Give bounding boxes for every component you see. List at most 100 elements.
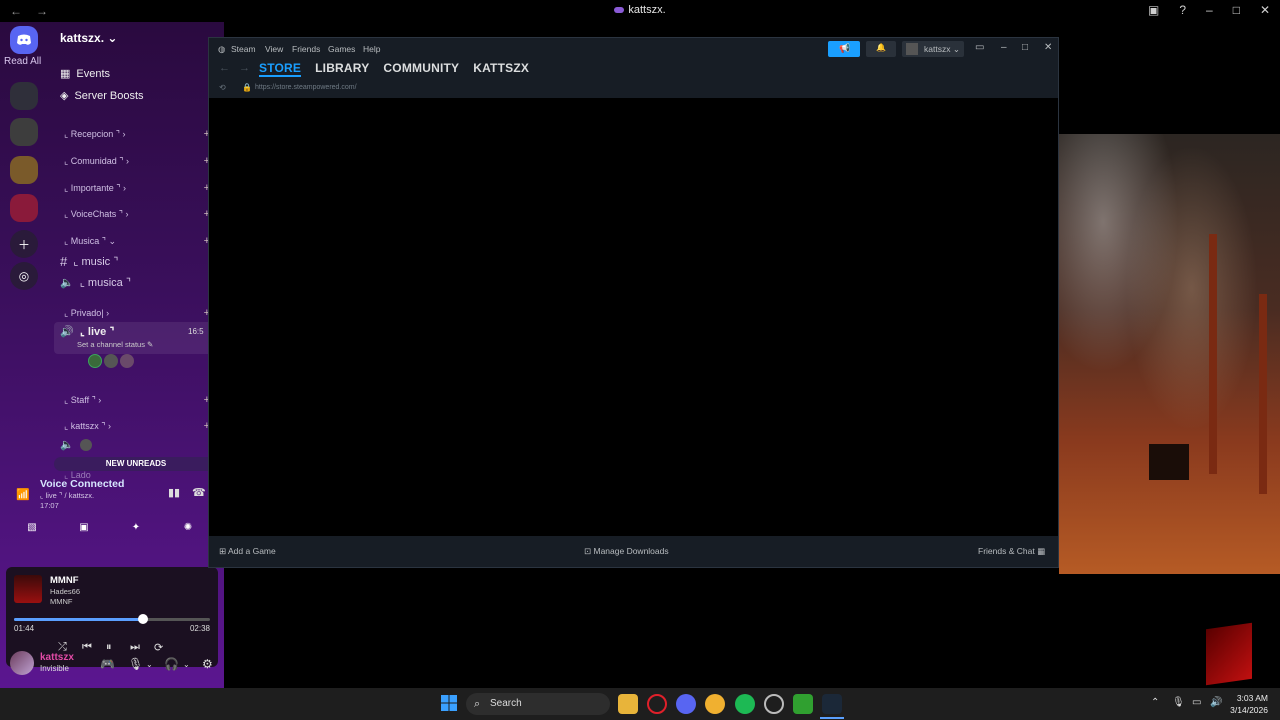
server-folder-icon[interactable] (10, 118, 38, 146)
tab-profile[interactable]: KATTSZX (473, 61, 529, 77)
app-icon[interactable] (764, 694, 784, 714)
menu-friends[interactable]: Friends (292, 44, 320, 54)
avatar[interactable] (88, 354, 102, 368)
channel-status-prompt[interactable]: Set a channel status ✎ (77, 340, 153, 349)
discord-home-icon[interactable] (10, 26, 38, 54)
microphone-icon[interactable]: 🎙 (128, 657, 143, 671)
volume-icon[interactable]: 🔊 (1210, 697, 1222, 708)
gear-icon[interactable]: ⚙ (202, 657, 213, 671)
new-unreads-pill[interactable]: NEW UNREADS (54, 457, 218, 471)
avatar[interactable] (120, 354, 134, 368)
maximize-button[interactable]: □ (1233, 3, 1240, 17)
category-comunidad[interactable]: ⌞ Comunidad ⌝ › (64, 156, 129, 167)
windows-start-icon[interactable] (440, 694, 460, 714)
voice-members (88, 354, 134, 368)
category-kattszx[interactable]: ⌞ kattszx ⌝ › (64, 421, 111, 432)
soundboard-button[interactable]: ✺ (166, 518, 210, 536)
noise-suppression-icon[interactable]: ▮▮ (168, 486, 180, 499)
voice-channel-collapsed[interactable]: 🔈 (60, 438, 92, 451)
category-staff[interactable]: ⌞ Staff ⌝ › (64, 395, 101, 406)
discord-icon[interactable] (676, 694, 696, 714)
minimize-button[interactable]: – (1001, 42, 1007, 53)
manage-downloads-button[interactable]: ⊡ Manage Downloads (584, 546, 669, 557)
track-artist[interactable]: Hades66 (50, 587, 80, 596)
discover-icon[interactable]: ◎ (10, 262, 38, 290)
tab-library[interactable]: LIBRARY (315, 61, 369, 77)
account-menu[interactable]: kattszx ⌄ (902, 41, 964, 57)
minimize-button[interactable]: – (1206, 3, 1213, 17)
server-folder-icon[interactable] (10, 82, 38, 110)
category-privado[interactable]: ⌞ Privado| › (64, 308, 109, 319)
album-cover[interactable] (14, 575, 42, 603)
progress-fill (14, 618, 144, 621)
menu-games[interactable]: Games (328, 44, 355, 54)
voice-channel-path[interactable]: ⌞ live ⌝ / kattszx. (40, 491, 94, 500)
back-arrow-icon[interactable]: ← (219, 62, 230, 74)
notifications-button[interactable]: 🔔 (866, 41, 896, 57)
big-picture-icon[interactable]: ▭ (975, 42, 984, 53)
menu-steam[interactable]: Steam (231, 44, 256, 54)
steam-icon[interactable] (822, 694, 842, 714)
category-importante[interactable]: ⌞ Importante ⌝ › (64, 183, 126, 194)
events-item[interactable]: ▦ Events (60, 67, 110, 81)
close-button[interactable]: ✕ (1044, 42, 1052, 53)
avatar[interactable] (104, 354, 118, 368)
category-recepcion[interactable]: ⌞ Recepcion ⌝ › (64, 129, 125, 140)
taskbar-search[interactable]: ⌕ Search (466, 693, 610, 715)
server-name[interactable]: kattszx. ⌄ (60, 31, 117, 45)
window-title-bar: ← → kattszx. ▣ ? – □ ✕ (0, 0, 1280, 22)
chevron-up-icon[interactable]: ⌃ (1151, 697, 1159, 708)
app-icon[interactable] (793, 694, 813, 714)
reload-icon[interactable]: ⟲ (219, 83, 226, 92)
progress-bar[interactable] (14, 614, 210, 624)
menu-help[interactable]: Help (363, 44, 380, 54)
help-icon[interactable]: ? (1179, 3, 1186, 17)
game-preview (1059, 134, 1280, 574)
menu-view[interactable]: View (265, 44, 283, 54)
avatar[interactable] (10, 651, 34, 675)
disconnect-icon[interactable]: ☎ (192, 486, 206, 499)
voice-status[interactable]: Voice Connected (40, 478, 124, 490)
close-button[interactable]: ✕ (1260, 3, 1270, 17)
lamp-post (1259, 294, 1267, 494)
url-bar[interactable]: https://store.steampowered.com/ (255, 84, 357, 91)
channel-live[interactable]: 🔊 ⌞ live ⌝ (60, 325, 114, 338)
signal-icon[interactable]: 📶 (16, 488, 30, 501)
read-all-label[interactable]: Read All (4, 56, 41, 67)
broadcast-button[interactable]: 📢 (828, 41, 860, 57)
chevron-down-icon[interactable]: ⌄ (146, 660, 153, 669)
username[interactable]: kattszx (40, 652, 74, 663)
server-boosts-item[interactable]: ◈ Server Boosts (60, 89, 144, 103)
chevron-down-icon[interactable]: ⌄ (183, 660, 190, 669)
add-game-button[interactable]: ⊞ Add a Game (219, 546, 276, 557)
server-folder-icon[interactable] (10, 194, 38, 222)
channel-musica[interactable]: 🔈 ⌞ musica ⌝ (60, 276, 131, 289)
file-explorer-icon[interactable] (618, 694, 638, 714)
friends-chat-button[interactable]: Friends & Chat ▦ (978, 546, 1045, 557)
spotify-icon[interactable] (735, 694, 755, 714)
headphones-icon[interactable]: 🎧 (164, 657, 179, 671)
maximize-button[interactable]: □ (1022, 42, 1028, 53)
taskbar-clock[interactable]: 3:03 AM 3/14/2026 (1230, 692, 1268, 716)
tab-store[interactable]: STORE (259, 61, 302, 77)
progress-knob[interactable] (138, 614, 149, 624)
game-activity-icon[interactable]: 🎮 (100, 657, 115, 671)
steam-logo-icon[interactable]: ◍ (218, 44, 225, 55)
tab-community[interactable]: COMMUNITY (383, 61, 459, 77)
microphone-icon[interactable]: 🎙 (1172, 697, 1185, 708)
category-musica[interactable]: ⌞ Musica ⌝ ⌄ (64, 236, 116, 247)
track-title[interactable]: MMNF (50, 575, 79, 586)
category-voicechats[interactable]: ⌞ VoiceChats ⌝ › (64, 209, 128, 220)
add-server-icon[interactable]: ＋ (10, 230, 38, 258)
network-icon[interactable]: ▭ (1192, 697, 1201, 708)
screen-share-button[interactable]: ▣ (62, 518, 106, 536)
opera-icon[interactable] (647, 694, 667, 714)
window-title-text: kattszx. (628, 4, 666, 16)
server-folder-icon[interactable] (10, 156, 38, 184)
activities-button[interactable]: ✦ (114, 518, 158, 536)
app-icon[interactable] (705, 694, 725, 714)
forward-arrow-icon[interactable]: → (239, 62, 250, 74)
camera-off-button[interactable]: ▧ (10, 518, 54, 536)
channel-music[interactable]: # ⌞ music ⌝ (60, 254, 118, 269)
inbox-icon[interactable]: ▣ (1148, 3, 1159, 17)
